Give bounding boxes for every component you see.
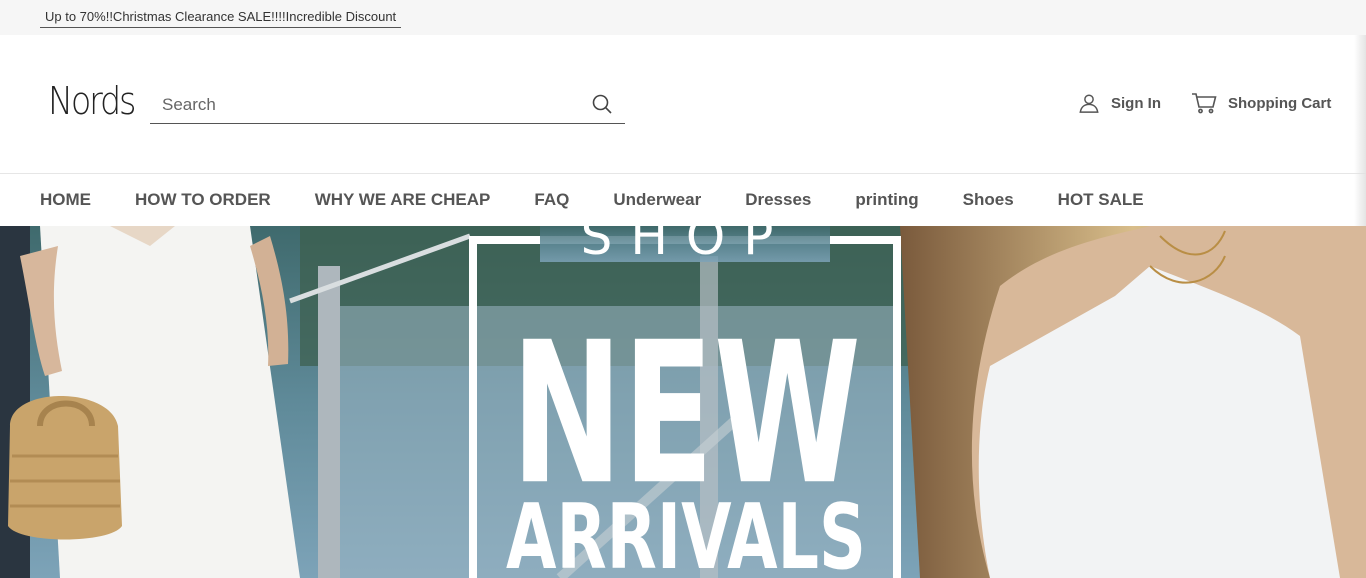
nav-item-hot-sale[interactable]: HOT SALE [1058,190,1144,210]
banner-shop-text: SHOP [581,226,792,266]
search-bar [150,87,625,124]
nav-item-faq[interactable]: FAQ [534,190,569,210]
banner-arrivals-text: ARRIVALS [506,485,866,578]
site-logo[interactable]: Nords [48,79,136,123]
nav-item-how-to-order[interactable]: HOW TO ORDER [135,190,271,210]
site-header: Nords Sign In Shopping Cart [0,35,1366,173]
promo-bar: Up to 70%!!Christmas Clearance SALE!!!!I… [0,0,1366,35]
sign-in-label: Sign In [1111,94,1161,112]
sign-in-link[interactable]: Sign In [1078,91,1161,115]
nav-item-home[interactable]: HOME [40,190,91,210]
nav-item-shoes[interactable]: Shoes [963,190,1014,210]
page-edge-shadow [1354,35,1366,226]
cart-icon [1192,93,1217,114]
nav-item-printing[interactable]: printing [855,190,918,210]
search-input[interactable] [162,91,582,119]
promo-link[interactable]: Up to 70%!!Christmas Clearance SALE!!!!I… [40,9,402,28]
shopping-cart-link[interactable]: Shopping Cart [1191,91,1331,115]
main-navigation: HOME HOW TO ORDER WHY WE ARE CHEAP FAQ U… [0,173,1366,226]
shopping-cart-label: Shopping Cart [1228,94,1332,112]
hero-banner-image: SHOP NEW ARRIVALS [0,226,1366,578]
nav-item-underwear[interactable]: Underwear [613,190,701,210]
search-icon[interactable] [590,92,614,116]
nav-item-dresses[interactable]: Dresses [745,190,811,210]
hero-banner[interactable]: SHOP NEW ARRIVALS [0,226,1366,578]
nav-item-why-we-are-cheap[interactable]: WHY WE ARE CHEAP [315,190,491,210]
user-icon [1079,94,1099,113]
